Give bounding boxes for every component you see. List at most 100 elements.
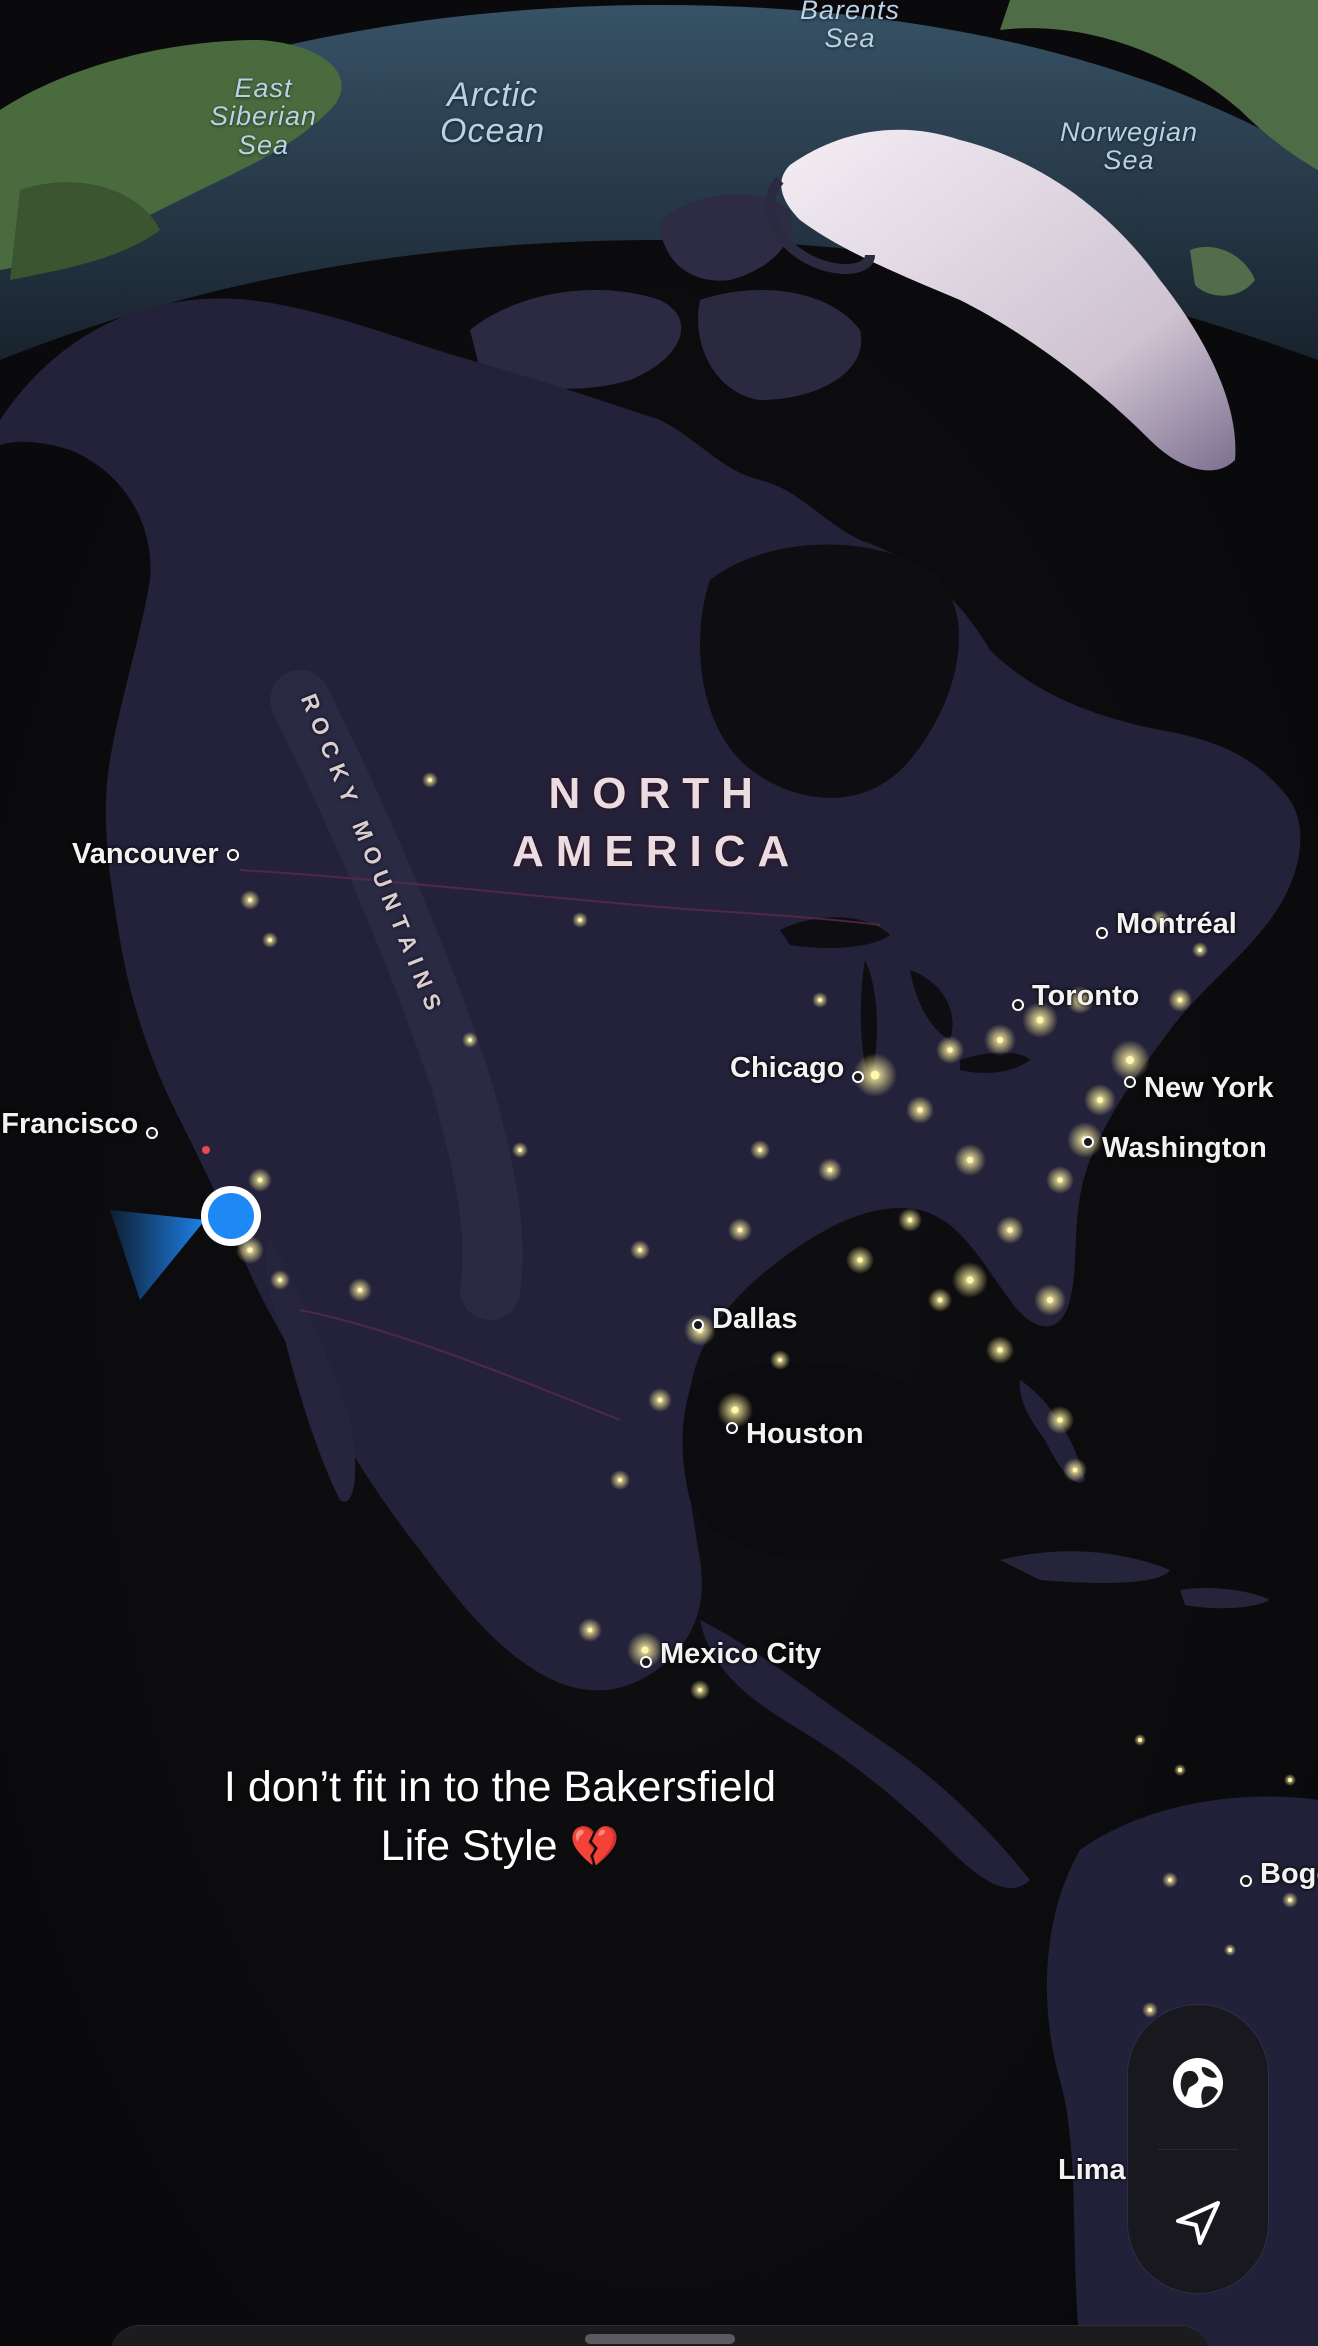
city-houston[interactable]: Houston — [726, 1404, 864, 1451]
city-mexico-city[interactable]: Mexico City — [640, 1638, 821, 1671]
city-light-core — [698, 1688, 702, 1692]
east-siberian-sea-label: East Siberian Sea — [210, 73, 318, 160]
user-location-dot[interactable] — [208, 1193, 254, 1239]
city-light-core — [618, 1478, 622, 1482]
city-light-core — [1177, 997, 1183, 1003]
city-light-core — [1072, 1467, 1078, 1473]
city-dot — [1082, 1135, 1094, 1148]
city-light-core — [737, 1227, 743, 1233]
city-dallas[interactable]: Dallas — [692, 1303, 797, 1336]
city-dot — [1096, 926, 1108, 939]
city-dot — [726, 1421, 738, 1434]
city-light-core — [257, 1177, 263, 1183]
city-name: Chicago — [730, 1052, 845, 1084]
city-light-core — [518, 1148, 522, 1152]
city-light-core — [428, 778, 432, 782]
city-light-core — [468, 1038, 472, 1042]
continent-label: NORTH AMERICA — [512, 769, 802, 876]
city-name: Montréal — [1116, 908, 1237, 940]
city-dot — [226, 848, 239, 861]
city-light-core — [1046, 1296, 1054, 1304]
city-light-core — [578, 918, 582, 922]
globe-button[interactable] — [1128, 2023, 1268, 2143]
city-light-core — [657, 1397, 663, 1403]
city-light-core — [1138, 1738, 1142, 1742]
city-bogota[interactable]: Bogotá — [1240, 1858, 1318, 1891]
story-caption: I don’t fit in to the Bakersfield Life S… — [100, 1758, 900, 1877]
city-light-core — [857, 1257, 863, 1263]
barents-sea-label: Barents Sea — [800, 0, 901, 54]
map-controls — [1128, 2005, 1268, 2293]
broken-heart-emoji: 💔 — [569, 1825, 620, 1869]
city-lima[interactable]: Lima — [1058, 2154, 1134, 2187]
city-light-core — [1096, 1096, 1104, 1104]
city-light-core — [997, 1347, 1003, 1353]
city-dot — [1240, 1874, 1252, 1887]
city-light-core — [917, 1107, 923, 1113]
city-vancouver[interactable]: Vancouver — [72, 838, 239, 871]
city-light-core — [1057, 1417, 1063, 1423]
city-light-core — [966, 1156, 974, 1164]
pin-marker — [202, 1146, 210, 1154]
city-light-core — [1198, 948, 1202, 952]
city-light-core — [278, 1278, 282, 1282]
city-light-core — [1228, 1948, 1232, 1952]
city-light-core — [947, 1047, 953, 1053]
city-new-york[interactable]: New York — [1124, 1058, 1273, 1105]
city-light-core — [778, 1358, 782, 1362]
city-light-core — [247, 1247, 253, 1253]
map-canvas[interactable] — [0, 0, 1318, 2346]
city-name: Lima — [1058, 2154, 1126, 2186]
city-light-core — [248, 898, 252, 902]
city-dot — [146, 1126, 159, 1139]
bottom-sheet[interactable] — [110, 2325, 1210, 2346]
location-arrow-icon — [1176, 2201, 1220, 2245]
city-light-core — [907, 1217, 913, 1223]
controls-divider — [1158, 2149, 1238, 2150]
city-name: Bogotá — [1260, 1858, 1318, 1890]
city-light-core — [1168, 1878, 1172, 1882]
city-light-core — [1178, 1768, 1182, 1772]
city-name: New York — [1144, 1072, 1274, 1104]
city-name: Washington — [1102, 1132, 1267, 1164]
city-light-core — [1288, 1778, 1292, 1782]
city-dot — [640, 1655, 652, 1668]
city-light-core — [268, 938, 272, 942]
globe-icon — [1173, 2058, 1223, 2108]
city-montreal[interactable]: Montréal — [1096, 908, 1237, 941]
city-toronto[interactable]: Toronto — [1012, 980, 1139, 1013]
city-light-core — [758, 1148, 762, 1152]
city-light-core — [818, 998, 822, 1002]
city-name: Dallas — [712, 1303, 798, 1335]
city-light-core — [1057, 1177, 1063, 1183]
city-dot — [1124, 1075, 1136, 1088]
city-light-core — [638, 1248, 642, 1252]
city-light-core — [1148, 2008, 1152, 2012]
city-dot — [1012, 998, 1024, 1011]
map-view[interactable]: East Siberian Sea Arctic Ocean Barents S… — [0, 0, 1318, 2346]
norwegian-sea-label: Norwegian Sea — [1060, 117, 1199, 176]
city-san-francisco[interactable]: San Francisco — [0, 1108, 159, 1141]
city-light-core — [937, 1297, 943, 1303]
city-light-core — [1007, 1227, 1013, 1233]
city-light-core — [357, 1287, 363, 1293]
city-washington[interactable]: Washington — [1082, 1118, 1267, 1165]
city-light-core — [587, 1627, 593, 1633]
arctic-ocean-label: Arctic Ocean — [440, 76, 546, 150]
city-name: Vancouver — [72, 838, 219, 870]
city-chicago[interactable]: Chicago — [730, 1052, 865, 1085]
sheet-grabber[interactable] — [585, 2334, 735, 2344]
caption-line-2: Life Style 💔 — [380, 1822, 620, 1870]
city-light-core — [827, 1167, 833, 1173]
city-dot — [852, 1070, 865, 1083]
caption-line-1: I don’t fit in to the Bakersfield — [223, 1763, 777, 1811]
city-light-core — [870, 1070, 880, 1080]
city-dot — [692, 1318, 704, 1331]
current-location-button[interactable] — [1128, 2163, 1268, 2283]
city-name: Houston — [746, 1418, 864, 1450]
city-light-core — [966, 1276, 974, 1284]
city-light-core — [1288, 1898, 1292, 1902]
city-name: Mexico City — [660, 1638, 822, 1670]
city-light-core — [996, 1036, 1004, 1044]
city-name: San Francisco — [0, 1108, 139, 1140]
